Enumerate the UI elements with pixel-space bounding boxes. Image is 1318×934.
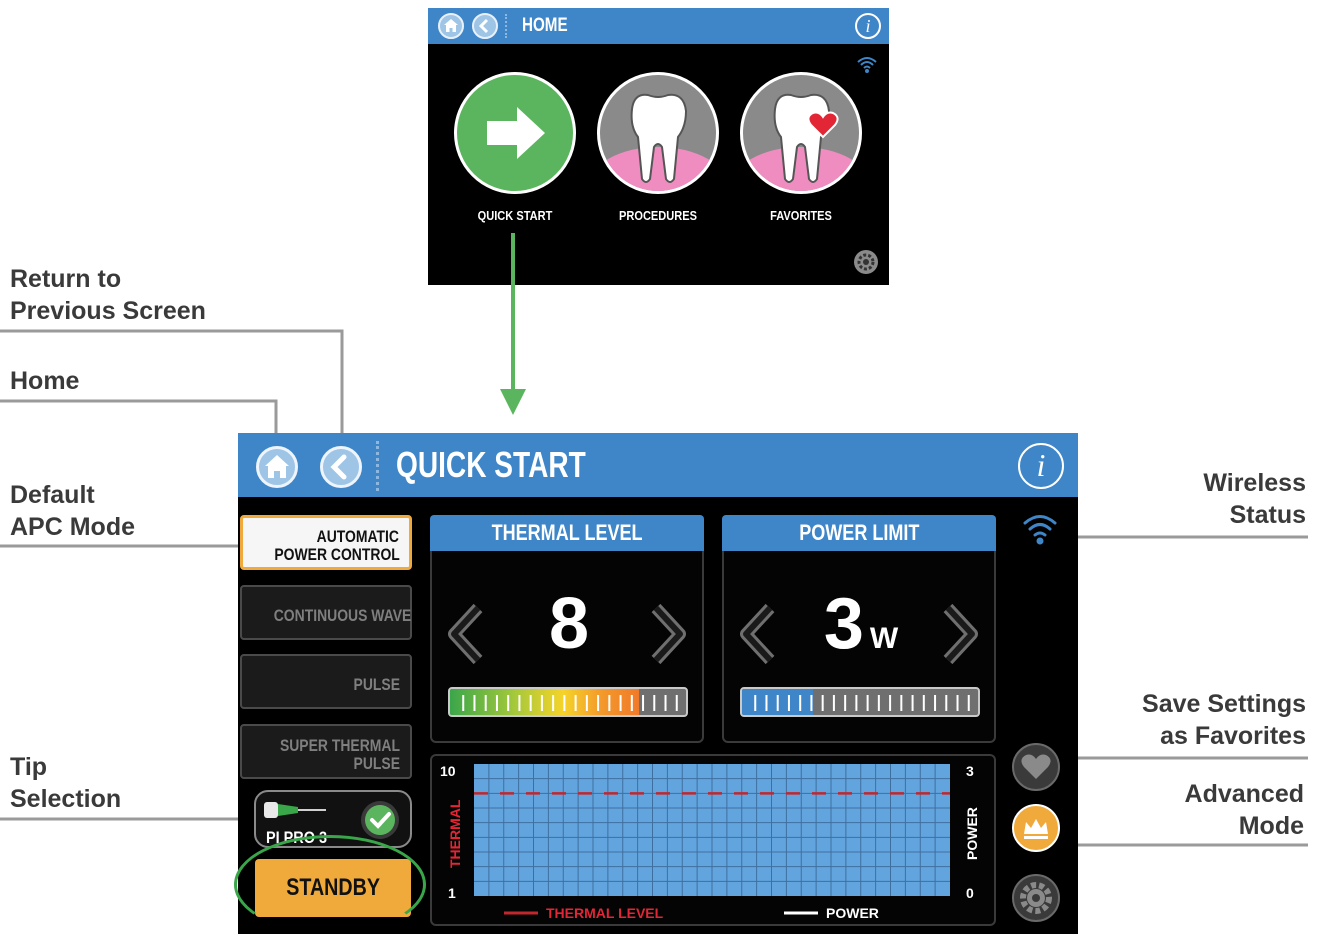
annotated-figure: Return to Previous Screen Home Default A… <box>0 0 1318 934</box>
title-separator <box>505 14 507 38</box>
power-limit-header: POWER LIMIT <box>722 515 996 551</box>
callout-home: Home <box>10 367 80 395</box>
left-axis-min-label: 1 <box>448 885 456 901</box>
power-limit-value: 3 <box>823 584 864 664</box>
chevron-left-icon <box>330 454 347 480</box>
settings-gear-icon[interactable] <box>853 249 879 275</box>
standby-highlight-ring <box>234 835 426 934</box>
home-screen: HOME i QUICK START PROCEDURES FAVORITES <box>428 8 889 285</box>
power-limit-title: POWER LIMIT <box>798 520 920 545</box>
left-axis-title: THERMAL <box>447 799 463 868</box>
legend-thermal-label: THERMAL LEVEL <box>546 905 664 921</box>
mode-label-line1: AUTOMATIC <box>316 527 399 546</box>
chevron-right-icon[interactable] <box>936 602 982 666</box>
home-button[interactable] <box>438 13 464 39</box>
save-favorite-button[interactable] <box>1012 743 1060 791</box>
favorites-tile[interactable] <box>740 72 862 194</box>
mode-label-line2: CONTINUOUS WAVE <box>273 606 412 625</box>
page-title: QUICK START <box>396 444 586 485</box>
mode-label-line2: PULSE <box>353 754 400 773</box>
right-axis-min-label: 0 <box>966 885 974 901</box>
wifi-icon <box>1023 515 1057 545</box>
callout-wireless-status: Wireless Status <box>1203 469 1306 529</box>
procedures-label: PROCEDURES <box>619 208 697 223</box>
info-button[interactable]: i <box>1018 443 1064 489</box>
thermal-level-title: THERMAL LEVEL <box>491 520 643 545</box>
tooth-icon <box>600 93 716 191</box>
crown-icon <box>1024 819 1048 839</box>
callout-previous-screen: Return to Previous Screen <box>10 265 206 325</box>
thermal-level-ticks <box>462 695 678 711</box>
callout-advanced-mode: Advanced Mode <box>1184 780 1304 840</box>
tooth-heart-icon <box>743 93 859 191</box>
chevron-left-icon <box>478 18 489 34</box>
arrow-right-icon <box>487 107 545 159</box>
thermal-level-header: THERMAL LEVEL <box>430 515 704 551</box>
advanced-mode-button[interactable] <box>1012 804 1060 852</box>
back-button[interactable] <box>472 13 498 39</box>
power-limit-unit: W <box>869 622 899 655</box>
power-limit-ticks <box>754 695 970 711</box>
mode-label-line1: SUPER THERMAL <box>279 736 400 755</box>
power-limit-bar <box>740 687 980 717</box>
home-top-bar: HOME i <box>428 8 889 44</box>
left-axis-max-label: 10 <box>440 763 456 779</box>
mode-automatic-power-control[interactable]: AUTOMATIC POWER CONTROL <box>240 515 412 570</box>
mode-continuous-wave[interactable]: CONTINUOUS WAVE <box>240 585 412 640</box>
legend-power-label: POWER <box>826 905 879 921</box>
heart-icon <box>1021 754 1051 779</box>
settings-button[interactable] <box>1012 874 1060 922</box>
chart-canvas: 10 1 THERMAL 3 0 POWER THERMAL LEVEL POW… <box>440 763 980 921</box>
gear-icon <box>1020 882 1052 914</box>
home-icon <box>265 455 289 478</box>
top-bar: QUICK START i <box>238 433 1078 497</box>
mode-label-line2: PULSE <box>353 675 400 694</box>
thermal-level-bar <box>448 687 688 717</box>
home-button[interactable] <box>256 446 298 488</box>
power-limit-panel: POWER LIMIT 3W <box>722 515 996 743</box>
home-icon <box>444 19 458 32</box>
right-axis-max-label: 3 <box>966 763 974 779</box>
callout-save-favorites: Save Settings as Favorites <box>1142 690 1306 750</box>
quick-start-tile[interactable] <box>454 72 576 194</box>
mode-super-thermal-pulse[interactable]: SUPER THERMAL PULSE <box>240 724 412 779</box>
thermal-power-chart: 10 1 THERMAL 3 0 POWER THERMAL LEVEL POW… <box>430 754 996 926</box>
callout-default-apc-mode: Default APC Mode <box>10 481 135 541</box>
mode-label-line2: POWER CONTROL <box>274 545 400 564</box>
check-icon <box>361 801 399 839</box>
mode-pulse[interactable]: PULSE <box>240 654 412 709</box>
right-axis-title: POWER <box>964 807 980 860</box>
chevron-right-icon[interactable] <box>644 602 690 666</box>
callout-tip-selection: Tip Selection <box>10 753 122 813</box>
flow-arrow-icon <box>500 233 526 415</box>
quick-start-label: QUICK START <box>477 208 553 223</box>
thermal-level-panel: THERMAL LEVEL 8 <box>430 515 704 743</box>
favorites-label: FAVORITES <box>770 208 832 223</box>
procedures-tile[interactable] <box>597 72 719 194</box>
home-page-title: HOME <box>522 15 568 36</box>
fiber-tip-icon <box>264 802 326 818</box>
wifi-icon <box>857 57 877 73</box>
title-separator <box>376 441 379 491</box>
info-button[interactable]: i <box>855 13 881 39</box>
back-button[interactable] <box>320 446 362 488</box>
